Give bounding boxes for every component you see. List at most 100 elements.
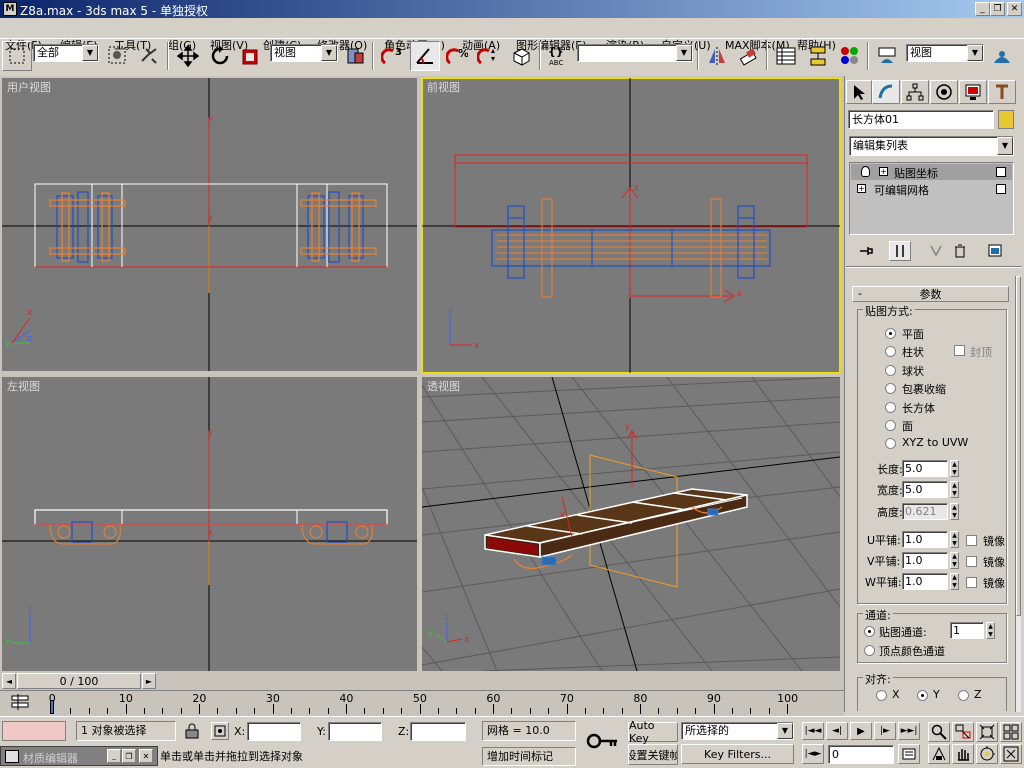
parameters-rollout-header[interactable]: - 参数 bbox=[852, 286, 1009, 302]
map-channel-spinner[interactable]: ▲ ▼ bbox=[986, 622, 995, 639]
named-selection-icon[interactable] bbox=[506, 41, 536, 71]
mapping-radio[interactable] bbox=[885, 328, 896, 339]
select-and-link-icon[interactable] bbox=[134, 41, 164, 71]
percent-snap-icon[interactable]: % bbox=[442, 41, 472, 71]
map-channel-radio[interactable] bbox=[864, 626, 875, 637]
maxscript-listener-mini[interactable] bbox=[2, 721, 66, 741]
select-object-icon[interactable] bbox=[2, 41, 32, 71]
auto-key-button[interactable]: Auto Key bbox=[628, 719, 678, 745]
mapping-radio[interactable] bbox=[885, 420, 896, 431]
width-input[interactable]: 5.0 bbox=[902, 481, 948, 498]
stack-item-toggle[interactable] bbox=[996, 184, 1006, 194]
w-tile-spinner[interactable]: ▲ ▼ bbox=[950, 573, 959, 590]
v-tile-spinner[interactable]: ▲ ▼ bbox=[950, 552, 959, 569]
time-configuration-icon[interactable] bbox=[898, 744, 920, 764]
render-type-dropdown[interactable]: 视图 ▼ bbox=[906, 44, 984, 62]
u-tile-input[interactable]: 1.0 bbox=[902, 531, 948, 548]
u-flip-checkbox[interactable] bbox=[966, 535, 977, 546]
key-mode-toggle-icon[interactable]: |◄► bbox=[802, 744, 824, 764]
next-frame-icon[interactable]: |► bbox=[874, 722, 896, 740]
quick-render-icon[interactable] bbox=[987, 41, 1017, 71]
absolute-mode-icon[interactable] bbox=[211, 722, 229, 740]
length-spinner[interactable]: ▲ ▼ bbox=[950, 460, 959, 477]
mapping-radio[interactable] bbox=[885, 364, 896, 376]
display-tab-icon[interactable] bbox=[959, 80, 987, 104]
viewport-left[interactable]: y x z y 左视图 bbox=[2, 377, 417, 671]
align-icon[interactable] bbox=[734, 41, 764, 71]
scale-icon[interactable] bbox=[236, 41, 266, 71]
light-bulb-icon[interactable] bbox=[861, 166, 870, 177]
current-frame-field[interactable]: 0 bbox=[828, 745, 894, 764]
align-radio[interactable] bbox=[958, 690, 969, 701]
modify-tab-icon[interactable] bbox=[872, 80, 900, 104]
cap-checkbox[interactable] bbox=[954, 345, 965, 356]
render-scene-icon[interactable] bbox=[872, 41, 902, 71]
modifier-list-dropdown[interactable]: 编辑集列表 ▼ bbox=[849, 136, 1014, 156]
app-icon[interactable]: M bbox=[3, 2, 17, 16]
remove-modifier-icon[interactable] bbox=[952, 243, 968, 259]
schematic-view-icon[interactable] bbox=[803, 41, 833, 71]
show-end-result-icon[interactable] bbox=[889, 241, 911, 261]
arc-rotate-icon[interactable] bbox=[976, 744, 998, 764]
object-name-field[interactable]: 长方体01 bbox=[848, 110, 994, 129]
w-tile-input[interactable]: 1.0 bbox=[902, 573, 948, 590]
ref-coord-dropdown[interactable]: 视图 ▼ bbox=[270, 44, 338, 62]
height-input[interactable]: 0.621 bbox=[902, 503, 948, 520]
time-slider-thumb[interactable]: 0 / 100 bbox=[17, 673, 141, 689]
mapping-radio[interactable] bbox=[885, 401, 896, 413]
lock-selection-icon[interactable] bbox=[183, 723, 201, 739]
named-selection-dropdown[interactable]: ▼ bbox=[577, 44, 693, 62]
minimize-button[interactable]: _ bbox=[975, 2, 990, 16]
y-coord-field[interactable] bbox=[328, 722, 382, 741]
utilities-tab-icon[interactable] bbox=[988, 80, 1016, 104]
add-time-tag[interactable]: 增加时间标记 bbox=[482, 747, 576, 766]
maximize-button[interactable]: ❐ bbox=[990, 2, 1005, 16]
make-unique-icon[interactable] bbox=[928, 243, 944, 259]
u-tile-spinner[interactable]: ▲ ▼ bbox=[950, 531, 959, 548]
maximize-viewport-icon[interactable] bbox=[1000, 744, 1022, 764]
viewport-label-user[interactable]: 用户视图 bbox=[7, 79, 51, 95]
track-view-icon[interactable] bbox=[771, 41, 801, 71]
pan-icon[interactable] bbox=[952, 744, 974, 764]
viewport-user[interactable]: x y z x z y 用户视图 bbox=[2, 78, 417, 371]
scroll-thumb[interactable] bbox=[1016, 276, 1021, 616]
material-editor-restore-icon[interactable]: ❐ bbox=[122, 749, 136, 763]
key-filters-button[interactable]: Key Filters... bbox=[681, 744, 794, 764]
create-tab-icon[interactable] bbox=[846, 80, 872, 104]
track-bar-icon[interactable] bbox=[10, 694, 32, 710]
motion-tab-icon[interactable] bbox=[930, 80, 958, 104]
viewport-label-left[interactable]: 左视图 bbox=[7, 378, 40, 394]
map-channel-input[interactable]: 1 bbox=[950, 622, 984, 639]
angle-snap-icon[interactable] bbox=[410, 41, 440, 71]
v-flip-checkbox[interactable] bbox=[966, 556, 977, 567]
expand-icon[interactable]: + bbox=[857, 184, 866, 193]
material-editor-minimize-icon[interactable]: _ bbox=[107, 749, 121, 763]
length-input[interactable]: 5.0 bbox=[902, 460, 948, 477]
zoom-icon[interactable] bbox=[928, 722, 950, 742]
mirror-icon[interactable] bbox=[702, 41, 732, 71]
play-icon[interactable]: ▶ bbox=[850, 722, 872, 740]
align-radio[interactable] bbox=[876, 690, 887, 701]
material-editor-close-icon[interactable]: ✕ bbox=[139, 749, 153, 763]
w-flip-checkbox[interactable] bbox=[966, 577, 977, 588]
key-filter-dropdown[interactable]: 所选择的 ▼ bbox=[681, 722, 794, 740]
time-slider-right-arrow[interactable]: ► bbox=[142, 673, 156, 689]
viewport-label-front[interactable]: 前视图 bbox=[427, 79, 460, 95]
height-spinner[interactable]: ▲ ▼ bbox=[950, 503, 959, 520]
configure-modifier-sets-icon[interactable] bbox=[988, 243, 1004, 259]
spinner-snap-icon[interactable] bbox=[473, 41, 503, 71]
vertex-color-radio[interactable] bbox=[864, 645, 875, 656]
key-icon[interactable] bbox=[585, 726, 621, 756]
material-editor-icon[interactable] bbox=[835, 41, 865, 71]
v-tile-input[interactable]: 1.0 bbox=[902, 552, 948, 569]
viewport-label-perspective[interactable]: 透视图 bbox=[427, 378, 460, 394]
rotate-icon[interactable] bbox=[205, 41, 235, 71]
close-button[interactable]: ✕ bbox=[1007, 2, 1022, 16]
edit-named-selections-icon[interactable]: {} ABC bbox=[544, 41, 574, 71]
pivot-center-icon[interactable] bbox=[341, 41, 371, 71]
move-icon[interactable] bbox=[173, 41, 203, 71]
time-slider-left-arrow[interactable]: ◄ bbox=[2, 673, 16, 689]
stack-item-uvw-map[interactable]: + 贴图坐标 bbox=[851, 164, 1012, 180]
select-and-manipulate-icon[interactable]: 3 bbox=[378, 41, 408, 71]
x-coord-field[interactable] bbox=[247, 722, 301, 741]
